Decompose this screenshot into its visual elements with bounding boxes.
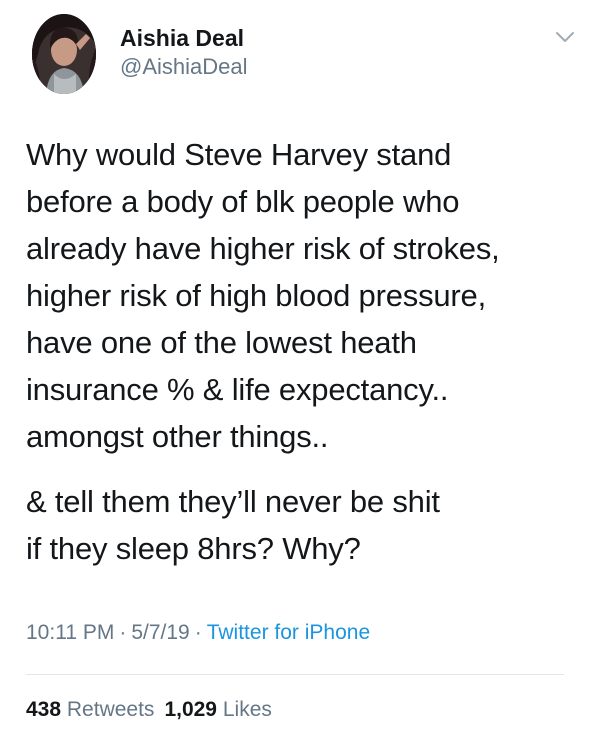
retweets-stat[interactable]: 438 Retweets: [26, 698, 154, 721]
display-name[interactable]: Aishia Deal: [120, 24, 244, 52]
tweet-line: have one of the lowest heath: [26, 325, 417, 360]
meta-separator: ·: [119, 621, 127, 644]
tweet-source-link[interactable]: Twitter for iPhone: [207, 621, 370, 644]
tweet-line: Why would Steve Harvey stand: [26, 137, 452, 172]
avatar[interactable]: [32, 14, 96, 94]
tweet-date[interactable]: 5/7/19: [131, 621, 189, 644]
likes-stat[interactable]: 1,029 Likes: [164, 698, 271, 721]
likes-label: Likes: [222, 698, 272, 721]
tweet-text: Why would Steve Harvey stand before a bo…: [26, 131, 574, 572]
tweet-line: already have higher risk of strokes,: [26, 231, 500, 266]
retweets-label: Retweets: [66, 698, 155, 721]
tweet-line: & tell them they’ll never be shit: [26, 484, 440, 519]
chevron-down-icon[interactable]: [555, 30, 575, 44]
divider: [26, 674, 564, 675]
retweets-count: 438: [26, 698, 62, 721]
tweet-line: higher risk of high blood pressure,: [26, 278, 486, 313]
tweet-card: Aishia Deal @AishiaDeal Why would Steve …: [0, 0, 590, 735]
tweet-line: before a body of blk people who: [26, 184, 460, 219]
tweet-meta: 10:11 PM · 5/7/19 · Twitter for iPhone: [26, 618, 370, 648]
tweet-stats: 438 Retweets 1,029 Likes: [26, 696, 272, 724]
likes-count: 1,029: [164, 698, 217, 721]
tweet-line: if they sleep 8hrs? Why?: [26, 531, 361, 566]
tweet-paragraph: Why would Steve Harvey stand before a bo…: [26, 131, 574, 460]
user-handle[interactable]: @AishiaDeal: [120, 53, 248, 81]
meta-separator: ·: [194, 621, 202, 644]
tweet-paragraph: & tell them they’ll never be shit if the…: [26, 478, 574, 572]
tweet-line: amongst other things..: [26, 419, 329, 454]
tweet-time[interactable]: 10:11 PM: [26, 621, 114, 644]
avatar-image: [32, 14, 96, 94]
tweet-line: insurance % & life expectancy..: [26, 372, 449, 407]
